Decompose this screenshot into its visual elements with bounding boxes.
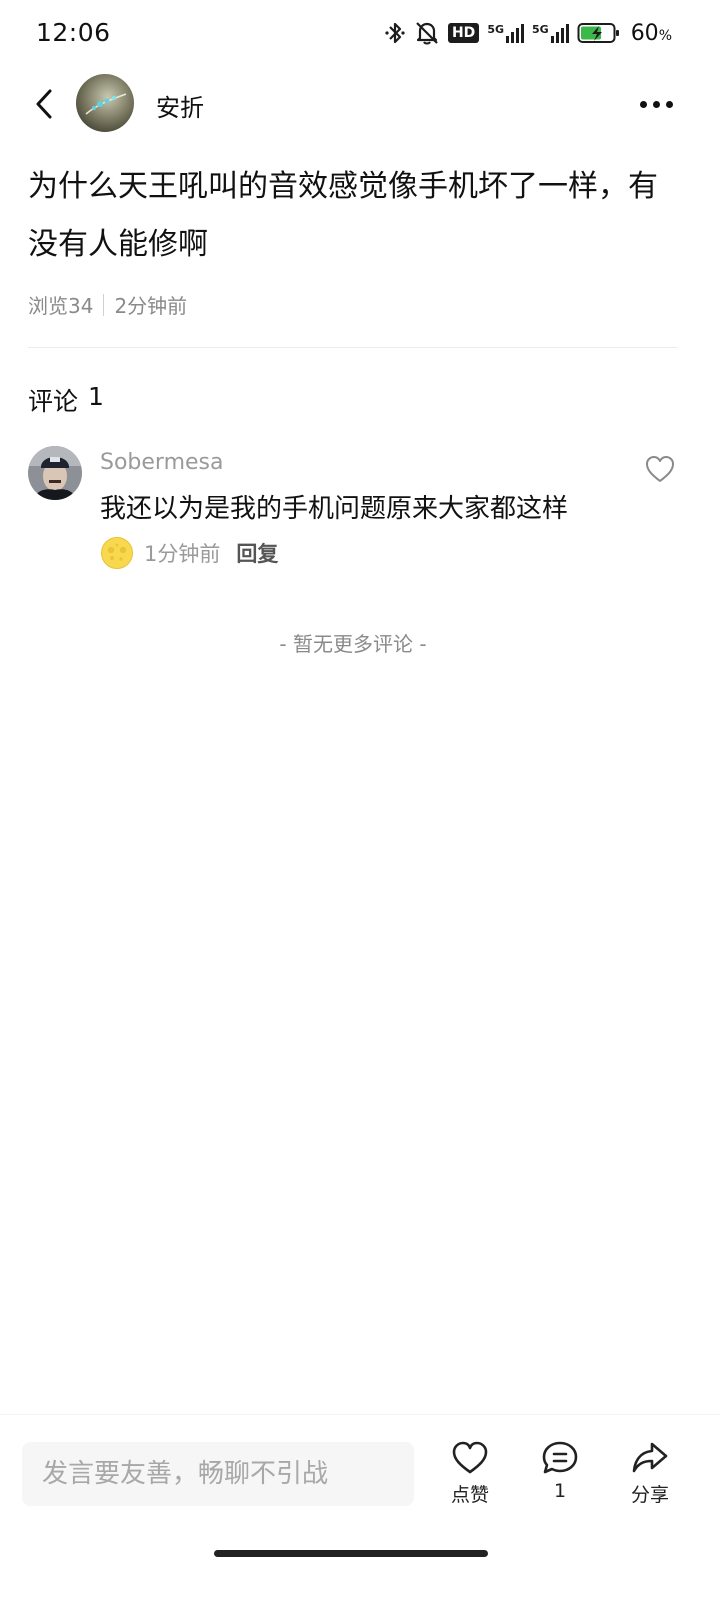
post-meta: 浏览34 2分钟前 xyxy=(28,290,187,319)
comment-footer: 1分钟前 回复 xyxy=(100,536,278,570)
signal-label-1: 5G xyxy=(487,22,504,36)
more-options-button[interactable] xyxy=(632,88,680,120)
author-avatar[interactable] xyxy=(76,74,134,132)
signal-strength-2: 5G xyxy=(532,22,569,43)
mute-bell-icon xyxy=(416,22,438,45)
signal-label-2: 5G xyxy=(532,22,549,36)
heart-icon xyxy=(646,456,674,482)
comment-bubble-icon xyxy=(542,1441,578,1474)
more-dot xyxy=(665,100,673,108)
more-dot xyxy=(652,100,660,108)
comment-text: 我还以为是我的手机问题原来大家都这样 xyxy=(100,494,569,524)
like-button[interactable]: 点赞 xyxy=(430,1440,510,1507)
battery-percent: 60% xyxy=(630,20,672,46)
share-button[interactable]: 分享 xyxy=(610,1440,690,1507)
battery-charging-icon xyxy=(577,23,619,43)
post-views: 浏览34 xyxy=(28,294,94,318)
meta-divider xyxy=(103,293,105,316)
comment-like-button[interactable] xyxy=(644,454,676,484)
more-dots-icon xyxy=(639,100,647,108)
back-arrow-icon xyxy=(36,89,52,119)
share-arrow-icon xyxy=(632,1442,668,1473)
bluetooth-icon xyxy=(385,22,405,44)
hd-badge: HD xyxy=(447,23,480,43)
status-time: 12:06 xyxy=(36,18,111,47)
back-button[interactable] xyxy=(26,84,62,124)
no-more-comments: - 暂无更多评论 - xyxy=(279,632,427,656)
author-name[interactable]: 安折 xyxy=(156,88,204,123)
reply-button[interactable]: 回复 xyxy=(236,538,278,568)
comment-count: 1 xyxy=(553,1480,567,1502)
share-label: 分享 xyxy=(630,1484,669,1506)
comment-author[interactable]: Sobermesa xyxy=(100,450,224,475)
comments-heading-label: 评论 xyxy=(28,387,79,416)
emoji-face-icon xyxy=(101,537,133,569)
post-title: 为什么天王吼叫的音效感觉像手机坏了一样，有没有人能修啊 xyxy=(28,169,658,262)
heart-icon xyxy=(452,1441,488,1474)
section-divider xyxy=(28,347,678,348)
like-label: 点赞 xyxy=(450,1484,489,1506)
post-time: 2分钟前 xyxy=(114,294,188,318)
comment-count-button[interactable]: 1 xyxy=(520,1440,600,1502)
comments-count: 1 xyxy=(88,382,104,411)
comment-input[interactable] xyxy=(22,1442,414,1506)
comment-time: 1分钟前 xyxy=(144,542,221,566)
commenter-avatar[interactable] xyxy=(28,446,82,500)
home-indicator[interactable] xyxy=(214,1550,488,1557)
signal-strength-1: 5G xyxy=(487,22,524,43)
comments-heading: 评论 1 xyxy=(28,382,104,418)
status-icons: HD 5G 5G 60% xyxy=(384,20,672,46)
